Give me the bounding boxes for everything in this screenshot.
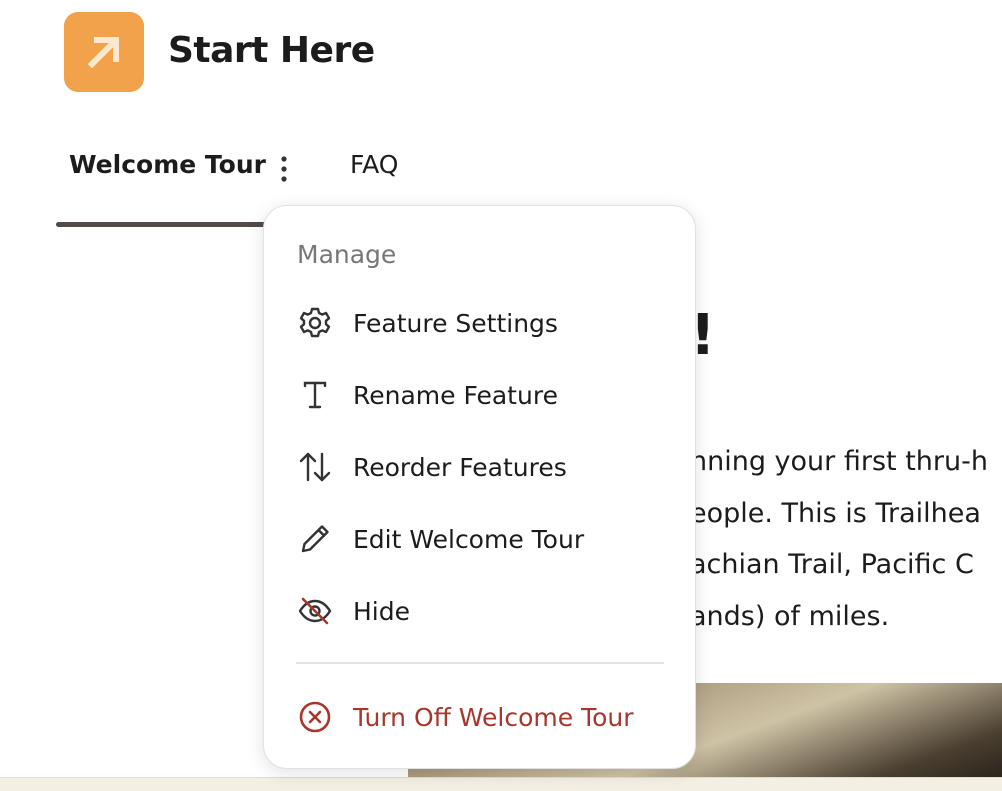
pencil-icon bbox=[297, 519, 337, 559]
menu-item-turn-off-welcome-tour[interactable]: Turn Off Welcome Tour bbox=[297, 689, 667, 745]
tab-faq[interactable]: FAQ bbox=[350, 150, 398, 179]
content-body: nning your first thru-h eople. This is T… bbox=[690, 436, 1002, 642]
text-icon bbox=[297, 375, 337, 415]
menu-item-label: Reorder Features bbox=[353, 452, 567, 482]
body-line: eople. This is Trailhea bbox=[690, 497, 981, 529]
arrow-up-right-icon bbox=[87, 37, 119, 69]
page-title: Start Here bbox=[168, 30, 375, 71]
menu-item-label: Edit Welcome Tour bbox=[353, 524, 585, 554]
menu-item-label: Feature Settings bbox=[353, 308, 558, 338]
body-line: nning your first thru-h bbox=[690, 446, 988, 477]
menu-item-label: Turn Off Welcome Tour bbox=[353, 702, 634, 732]
menu-item-feature-settings[interactable]: Feature Settings bbox=[297, 295, 667, 351]
bottom-strip bbox=[0, 777, 1002, 791]
kebab-menu-icon bbox=[281, 156, 287, 182]
circle-x-icon bbox=[297, 697, 337, 737]
tab-welcome-tour[interactable]: Welcome Tour bbox=[69, 150, 266, 179]
gear-icon bbox=[297, 303, 337, 343]
menu-item-label: Hide bbox=[353, 596, 410, 626]
menu-item-label: Rename Feature bbox=[353, 380, 558, 410]
menu-header: Manage bbox=[297, 240, 397, 269]
feature-options-menu: Manage Feature Settings Rename Feature R… bbox=[263, 205, 696, 769]
menu-item-edit-welcome-tour[interactable]: Edit Welcome Tour bbox=[297, 511, 667, 567]
menu-item-reorder-features[interactable]: Reorder Features bbox=[297, 439, 667, 495]
eye-off-icon bbox=[297, 591, 337, 631]
menu-item-rename-feature[interactable]: Rename Feature bbox=[297, 367, 667, 423]
reorder-icon bbox=[297, 447, 337, 487]
body-line: achian Trail, Pacific C bbox=[690, 549, 974, 580]
menu-divider bbox=[296, 662, 664, 664]
menu-item-hide[interactable]: Hide bbox=[297, 583, 667, 639]
tab-options-button[interactable] bbox=[274, 154, 294, 184]
app-icon bbox=[64, 12, 144, 92]
body-line: ands) of miles. bbox=[690, 600, 890, 632]
